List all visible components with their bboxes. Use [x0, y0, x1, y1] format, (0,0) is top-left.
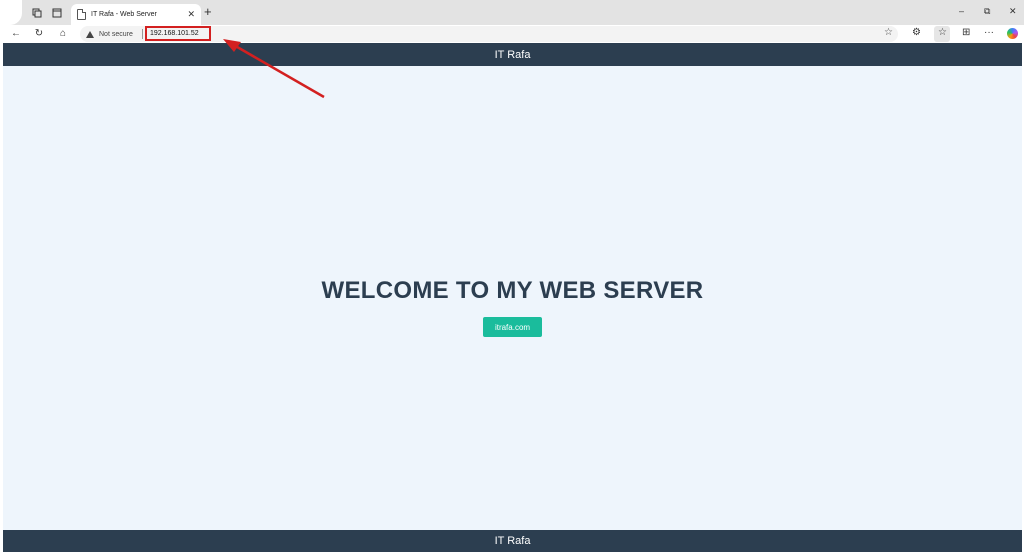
collections-icon[interactable]: ⊞ [962, 27, 970, 38]
tab-strip: IT Rafa - Web Server ✕ + – ⧉ ✕ [0, 0, 1024, 25]
header-title: IT Rafa [494, 48, 531, 61]
tab-actions-icon[interactable] [49, 5, 65, 21]
hero-title: WELCOME TO MY WEB SERVER [321, 277, 704, 304]
url-text: 192.168.101.52 [150, 30, 199, 37]
tab-title: IT Rafa - Web Server [91, 11, 157, 18]
tab-active[interactable]: IT Rafa - Web Server ✕ [71, 4, 201, 25]
more-menu-icon[interactable]: ··· [984, 27, 994, 38]
url-highlight-box[interactable]: 192.168.101.52 [145, 26, 211, 41]
web-page: IT Rafa WELCOME TO MY WEB SERVER itrafa.… [3, 43, 1022, 552]
favorite-star-icon[interactable]: ☆ [884, 27, 893, 38]
minimize-button[interactable]: – [959, 6, 964, 16]
favorites-icon[interactable]: ☆ [938, 27, 947, 38]
close-window-button[interactable]: ✕ [1009, 6, 1017, 17]
back-button[interactable]: ← [9, 27, 23, 41]
address-divider [142, 29, 143, 39]
warning-icon [86, 30, 94, 38]
screenshot-frame: IT Rafa - Web Server ✕ + – ⧉ ✕ ← ↻ ⌂ Not… [0, 0, 1024, 552]
security-label: Not secure [99, 30, 133, 38]
new-tab-button[interactable]: + [204, 5, 212, 19]
hero-link-button[interactable]: itrafa.com [483, 317, 542, 337]
reload-button[interactable]: ↻ [32, 27, 46, 41]
home-button[interactable]: ⌂ [56, 27, 70, 41]
restore-button[interactable]: ⧉ [984, 6, 990, 17]
site-footer: IT Rafa [3, 530, 1022, 552]
extensions-icon[interactable]: ⚙ [912, 27, 921, 38]
footer-text: IT Rafa [494, 535, 531, 547]
tab-close-icon[interactable]: ✕ [187, 9, 195, 20]
page-icon [77, 9, 86, 20]
profile-corner [0, 0, 22, 25]
security-indicator[interactable]: Not secure [86, 28, 133, 40]
hero-link-label: itrafa.com [494, 322, 531, 332]
site-header: IT Rafa [3, 43, 1022, 66]
workspaces-icon[interactable] [29, 5, 45, 21]
copilot-icon[interactable] [1007, 28, 1018, 39]
